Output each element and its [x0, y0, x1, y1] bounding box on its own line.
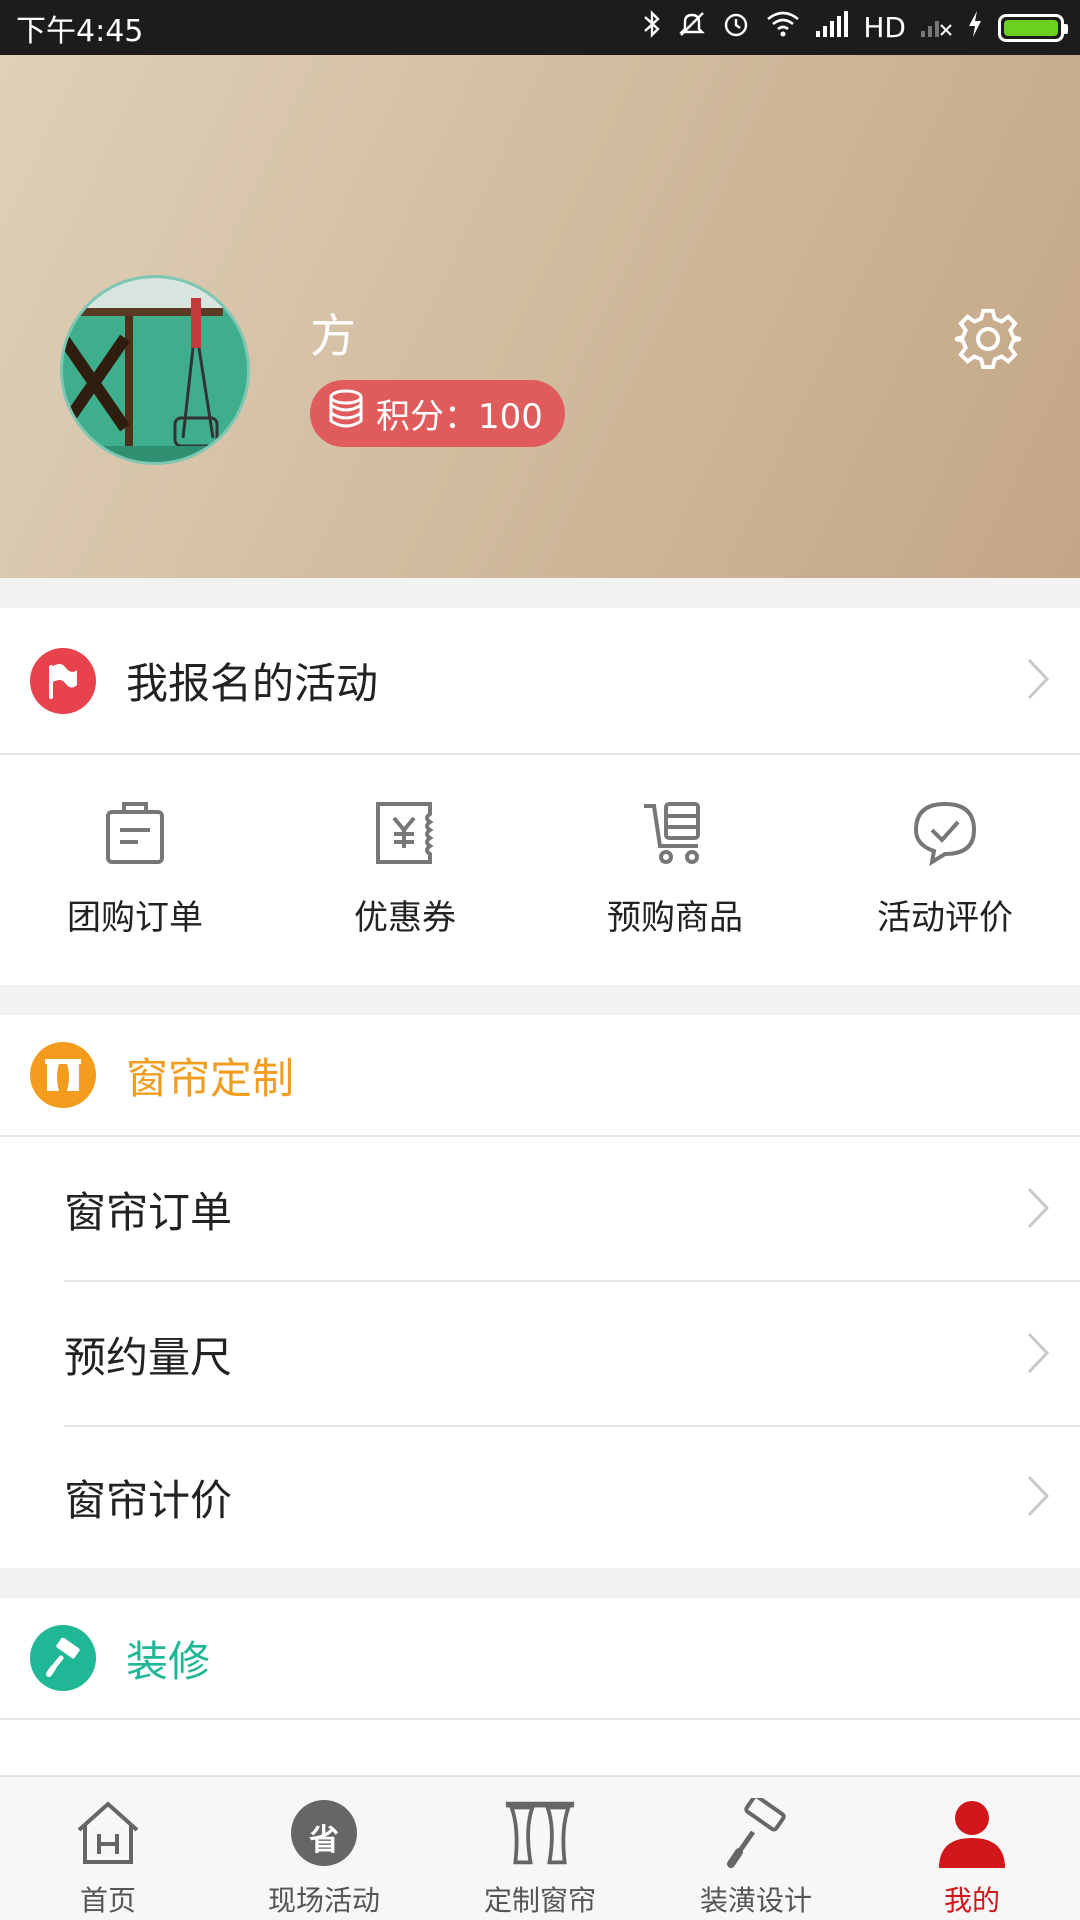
- chevron-right-icon: [1026, 1474, 1050, 1522]
- coupon-icon: [372, 800, 438, 870]
- shortcut-reviews[interactable]: 活动评价: [810, 755, 1080, 985]
- curtain-section-title: 窗帘定制: [126, 1053, 295, 1103]
- shortcut-label: 优惠券: [354, 898, 456, 938]
- nav-custom-curtains[interactable]: 定制窗帘: [432, 1777, 648, 1920]
- shortcut-label: 团购订单: [67, 898, 203, 938]
- shortcut-coupons[interactable]: 优惠券: [270, 755, 540, 985]
- nav-home[interactable]: 首页: [0, 1777, 216, 1920]
- clipboard-icon: [102, 800, 168, 870]
- status-time: 下午4:45: [16, 13, 144, 49]
- home-icon: [72, 1797, 144, 1869]
- flag-icon: [30, 647, 96, 714]
- curtain-pricing-label: 窗帘计价: [64, 1476, 233, 1525]
- shortcut-grid: 团购订单 优惠券 预购商品 活动评价: [0, 755, 1080, 985]
- mute-icon: [677, 9, 707, 46]
- nav-label: 现场活动: [267, 1884, 380, 1917]
- status-icons: HD: [641, 9, 1068, 46]
- shortcut-preorders[interactable]: 预购商品: [540, 755, 810, 985]
- nav-mine[interactable]: 我的: [864, 1777, 1080, 1920]
- measure-appointment-label: 预约量尺: [64, 1333, 233, 1382]
- curtain-pricing-row[interactable]: 窗帘计价: [0, 1427, 1080, 1568]
- my-activities-label: 我报名的活动: [126, 659, 379, 708]
- gear-icon: [948, 306, 1028, 376]
- battery-icon: [998, 13, 1068, 42]
- bluetooth-icon: [641, 9, 663, 46]
- settings-button[interactable]: [948, 306, 1028, 376]
- nav-label: 定制窗帘: [483, 1884, 596, 1917]
- nav-label: 装潢设计: [699, 1884, 812, 1917]
- status-bar: 下午4:45 HD: [0, 0, 1080, 55]
- signal-icon: [815, 11, 849, 44]
- cart-icon: [642, 800, 708, 870]
- points-text: 积分：100: [376, 397, 543, 437]
- decoration-next-row[interactable]: [0, 1720, 1080, 1776]
- no-signal-icon: [920, 11, 952, 44]
- shortcut-group-orders[interactable]: 团购订单: [0, 755, 270, 985]
- paint-roller-icon: [720, 1797, 792, 1869]
- decoration-section-title: 装修: [126, 1636, 211, 1686]
- decoration-section-header: 装修: [0, 1598, 1080, 1718]
- bottom-nav: 首页 省 现场活动 定制窗帘 装潢设计 我的: [0, 1775, 1080, 1920]
- curtain-orders-label: 窗帘订单: [64, 1188, 233, 1237]
- comment-check-icon: [912, 800, 978, 870]
- curtain-section-header: 窗帘定制: [0, 1015, 1080, 1135]
- profile-header: 方 积分：100: [0, 55, 1080, 578]
- sheng-badge-text: 省: [309, 1823, 339, 1858]
- nav-decor-design[interactable]: 装潢设计: [648, 1777, 864, 1920]
- nav-label: 我的: [943, 1884, 1000, 1917]
- curtain-icon: [30, 1042, 96, 1108]
- username: 方: [310, 309, 356, 363]
- measure-appointment-row[interactable]: 预约量尺: [0, 1282, 1080, 1427]
- chevron-right-icon: [1026, 657, 1050, 705]
- my-activities-row[interactable]: 我报名的活动: [0, 608, 1080, 753]
- user-icon: [936, 1797, 1008, 1869]
- avatar[interactable]: [60, 275, 250, 465]
- chevron-right-icon: [1026, 1331, 1050, 1379]
- nav-live-events[interactable]: 省 现场活动: [216, 1777, 432, 1920]
- shortcut-label: 活动评价: [877, 898, 1013, 938]
- coins-icon: [328, 389, 364, 438]
- network-label: HD: [863, 11, 906, 44]
- curtain-orders-row[interactable]: 窗帘订单: [0, 1137, 1080, 1282]
- alarm-icon: [721, 9, 751, 46]
- nav-label: 首页: [79, 1884, 136, 1917]
- shortcut-label: 预购商品: [607, 898, 743, 938]
- paint-roller-icon: [30, 1625, 96, 1691]
- points-badge[interactable]: 积分：100: [310, 380, 565, 447]
- wifi-icon: [765, 9, 801, 46]
- chevron-right-icon: [1026, 1186, 1050, 1234]
- curtain-icon: [504, 1797, 576, 1869]
- charging-icon: [966, 9, 984, 46]
